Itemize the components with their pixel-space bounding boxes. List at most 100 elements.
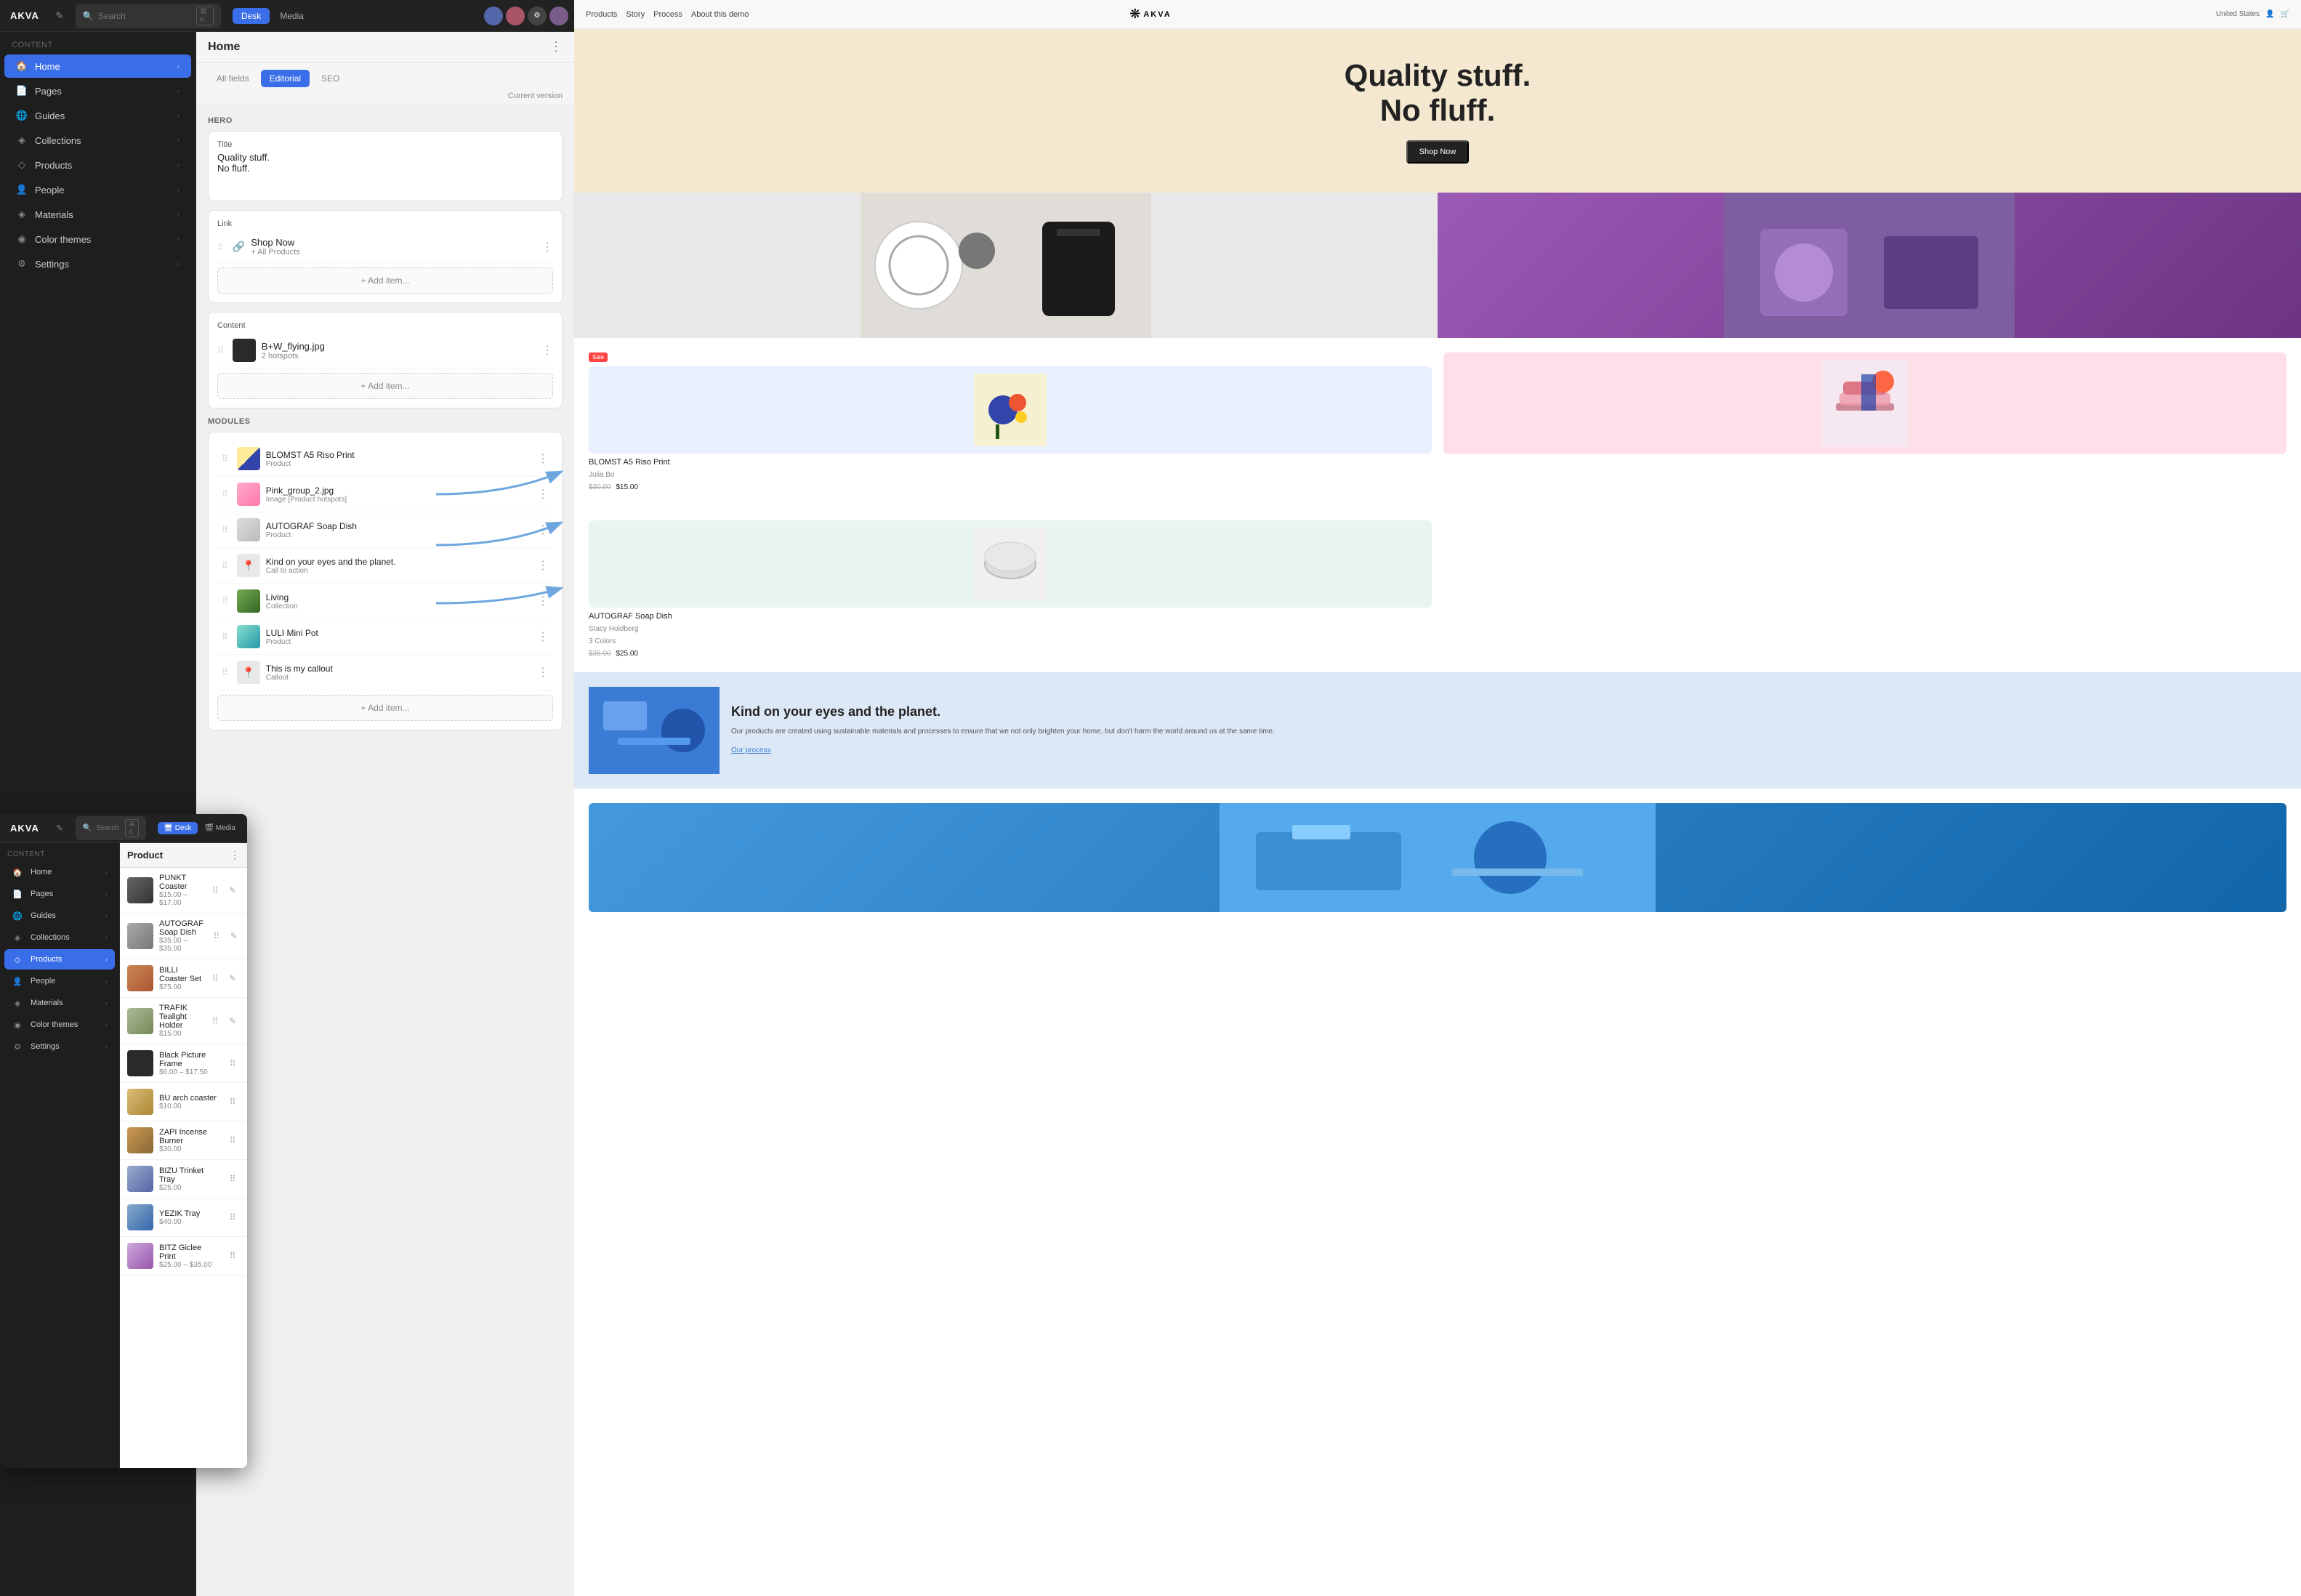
product-sort-3[interactable]: ⠿ bbox=[208, 1014, 222, 1028]
product-edit-2[interactable]: ✎ bbox=[225, 971, 240, 986]
product-item-8[interactable]: YEZIK Tray $40.00 ⠿ bbox=[120, 1198, 247, 1237]
more-options-icon[interactable]: ⋮ bbox=[549, 39, 563, 55]
product-name-9: BITZ Giclee Print bbox=[159, 1244, 219, 1261]
add-link-btn[interactable]: + Add item... bbox=[217, 267, 553, 294]
product-item-2[interactable]: BILLI Coaster Set $75.00 ⠿ ✎ bbox=[120, 959, 247, 998]
product-info-3: TRAFIK Tealight Holder $15.00 bbox=[159, 1004, 202, 1038]
drag-handle-luli[interactable]: ⠿ bbox=[222, 632, 228, 642]
search-bar[interactable]: 🔍 ⌘ K bbox=[76, 4, 221, 28]
sidebar-item-home-2[interactable]: 🏠 Home › bbox=[4, 862, 115, 882]
drag-handle-autograf[interactable]: ⠿ bbox=[222, 525, 228, 535]
drag-handle-bw[interactable]: ⠿ bbox=[217, 345, 224, 355]
tab-media-2[interactable]: 🎬 Media bbox=[199, 822, 241, 834]
preview-cta-link[interactable]: Our process bbox=[731, 746, 770, 754]
module-more-pink[interactable]: ⋮ bbox=[537, 487, 549, 501]
sidebar-item-products[interactable]: ◇ Products › bbox=[4, 153, 191, 177]
module-more-callout[interactable]: ⋮ bbox=[537, 665, 549, 680]
drag-handle-callout[interactable]: ⠿ bbox=[222, 667, 228, 677]
product-item-1[interactable]: AUTOGRAF Soap Dish $35.00 – $35.00 ⠿ ✎ bbox=[120, 914, 247, 959]
preview-blomst-name: BLOMST A5 Riso Print bbox=[589, 458, 1432, 467]
preview-hero-btn[interactable]: Shop Now bbox=[1406, 140, 1470, 164]
add-content-btn[interactable]: + Add item... bbox=[217, 373, 553, 399]
chevron-guides-2: › bbox=[105, 912, 108, 920]
add-module-btn[interactable]: + Add item... bbox=[217, 695, 553, 721]
tab-desk[interactable]: Desk bbox=[233, 8, 270, 24]
link-title-shopnow: Shop Now bbox=[251, 237, 300, 248]
module-pink: ⠿ Pink_group_2.jpg Image [Product hotspo… bbox=[217, 477, 553, 512]
drag-handle-blomst[interactable]: ⠿ bbox=[222, 454, 228, 464]
product-sort-1[interactable]: ⠿ bbox=[209, 929, 224, 943]
sidebar-item-settings-2[interactable]: ⚙ Settings › bbox=[4, 1036, 115, 1057]
product-item-7[interactable]: BIZU Trinket Tray $25.00 ⠿ bbox=[120, 1160, 247, 1198]
drag-handle-living[interactable]: ⠿ bbox=[222, 596, 228, 606]
product-item-3[interactable]: TRAFIK Tealight Holder $15.00 ⠿ ✎ bbox=[120, 998, 247, 1044]
sidebar-item-guides[interactable]: 🌐 Guides › bbox=[4, 104, 191, 127]
nav-link-story[interactable]: Story bbox=[626, 10, 645, 19]
product-item-9[interactable]: BITZ Giclee Print $25.00 – $35.00 ⠿ bbox=[120, 1237, 247, 1275]
tab-editorial[interactable]: Editorial bbox=[261, 70, 310, 87]
product-edit-3[interactable]: ✎ bbox=[225, 1014, 240, 1028]
tab-desk-2[interactable]: 🖥 Desk bbox=[158, 822, 197, 834]
nav-link-products[interactable]: Products bbox=[586, 10, 617, 19]
module-title-callout: This is my callout bbox=[266, 664, 531, 674]
module-more-cta[interactable]: ⋮ bbox=[537, 558, 549, 573]
drag-handle-cta[interactable]: ⠿ bbox=[222, 560, 228, 571]
module-type-luli: Product bbox=[266, 638, 531, 646]
product-sort-6[interactable]: ⠿ bbox=[225, 1133, 240, 1148]
nav-link-process[interactable]: Process bbox=[653, 10, 682, 19]
search-icon: 🔍 bbox=[83, 11, 94, 21]
sidebar-item-people-2[interactable]: 👤 People › bbox=[4, 971, 115, 991]
link-more-shopnow[interactable]: ⋮ bbox=[541, 240, 553, 254]
sidebar-item-materials[interactable]: ◈ Materials › bbox=[4, 203, 191, 226]
product-edit-0[interactable]: ✎ bbox=[225, 883, 240, 898]
sidebar-item-products-2[interactable]: ◇ Products › bbox=[4, 949, 115, 970]
module-more-blomst[interactable]: ⋮ bbox=[537, 451, 549, 466]
avatar-user[interactable] bbox=[549, 7, 568, 25]
search-bar-2[interactable]: 🔍 ⌘ K bbox=[76, 816, 146, 840]
drag-handle-shopnow[interactable]: ⠿ bbox=[217, 242, 224, 252]
product-item-6[interactable]: ZAPI Incense Burner $30.00 ⠿ bbox=[120, 1121, 247, 1160]
product-item-5[interactable]: BU arch coaster $10.00 ⠿ bbox=[120, 1083, 247, 1121]
module-more-luli[interactable]: ⋮ bbox=[537, 629, 549, 644]
product-sort-0[interactable]: ⠿ bbox=[208, 883, 222, 898]
nav-link-about[interactable]: About this demo bbox=[691, 10, 749, 19]
sidebar-item-settings[interactable]: ⚙ Settings › bbox=[4, 252, 191, 275]
sidebar-item-materials-2[interactable]: ◈ Materials › bbox=[4, 993, 115, 1013]
sidebar-item-pages-2[interactable]: 📄 Pages › bbox=[4, 884, 115, 904]
sidebar-item-pages[interactable]: 📄 Pages › bbox=[4, 79, 191, 102]
module-more-living[interactable]: ⋮ bbox=[537, 594, 549, 608]
sidebar-item-collections-2[interactable]: ◈ Collections › bbox=[4, 927, 115, 948]
content-more-bw[interactable]: ⋮ bbox=[541, 343, 553, 358]
thumb-product-7 bbox=[127, 1166, 153, 1192]
avatar-gear[interactable]: ⚙ bbox=[528, 7, 547, 25]
sidebar-item-color-themes-2[interactable]: ◉ Color themes › bbox=[4, 1015, 115, 1035]
product-sort-9[interactable]: ⠿ bbox=[225, 1249, 240, 1263]
tab-all-fields[interactable]: All fields bbox=[208, 70, 258, 87]
product-edit-1[interactable]: ✎ bbox=[227, 929, 241, 943]
preview-panel: Products Story Process About this demo ❋… bbox=[574, 0, 2301, 1596]
sidebar-item-home[interactable]: 🏠 Home › bbox=[4, 55, 191, 78]
search-input[interactable] bbox=[98, 11, 192, 21]
product-sort-2[interactable]: ⠿ bbox=[208, 971, 222, 986]
module-more-autograf[interactable]: ⋮ bbox=[537, 523, 549, 537]
product-sort-8[interactable]: ⠿ bbox=[225, 1210, 240, 1225]
drag-handle-pink[interactable]: ⠿ bbox=[222, 489, 228, 499]
title-textarea[interactable]: Quality stuff. No fluff. bbox=[217, 152, 553, 188]
product-sort-7[interactable]: ⠿ bbox=[225, 1172, 240, 1186]
sidebar-item-collections[interactable]: ◈ Collections › bbox=[4, 129, 191, 152]
edit-icon-btn[interactable]: ✎ bbox=[49, 6, 70, 26]
sidebar-item-color-themes[interactable]: ◉ Color themes › bbox=[4, 227, 191, 251]
product-sort-4[interactable]: ⠿ bbox=[225, 1056, 240, 1071]
sidebar-item-label-collections: Collections bbox=[35, 135, 81, 146]
tab-media[interactable]: Media bbox=[271, 8, 313, 24]
module-cta: ⠿ 📍 Kind on your eyes and the planet. Ca… bbox=[217, 548, 553, 584]
product-sort-5[interactable]: ⠿ bbox=[225, 1095, 240, 1109]
sidebar-item-people[interactable]: 👤 People › bbox=[4, 178, 191, 201]
tab-seo[interactable]: SEO bbox=[313, 70, 348, 87]
product-item-4[interactable]: Black Picture Frame $6.00 – $17.50 ⠿ bbox=[120, 1044, 247, 1083]
product-item-0[interactable]: PUNKT Coaster $15.00 – $17.00 ⠿ ✎ bbox=[120, 868, 247, 914]
sidebar-item-guides-2[interactable]: 🌐 Guides › bbox=[4, 906, 115, 926]
search-input-2[interactable] bbox=[96, 824, 121, 832]
edit-icon-btn-2[interactable]: ✎ bbox=[49, 818, 70, 839]
product-header-more[interactable]: ⋮ bbox=[230, 849, 240, 861]
